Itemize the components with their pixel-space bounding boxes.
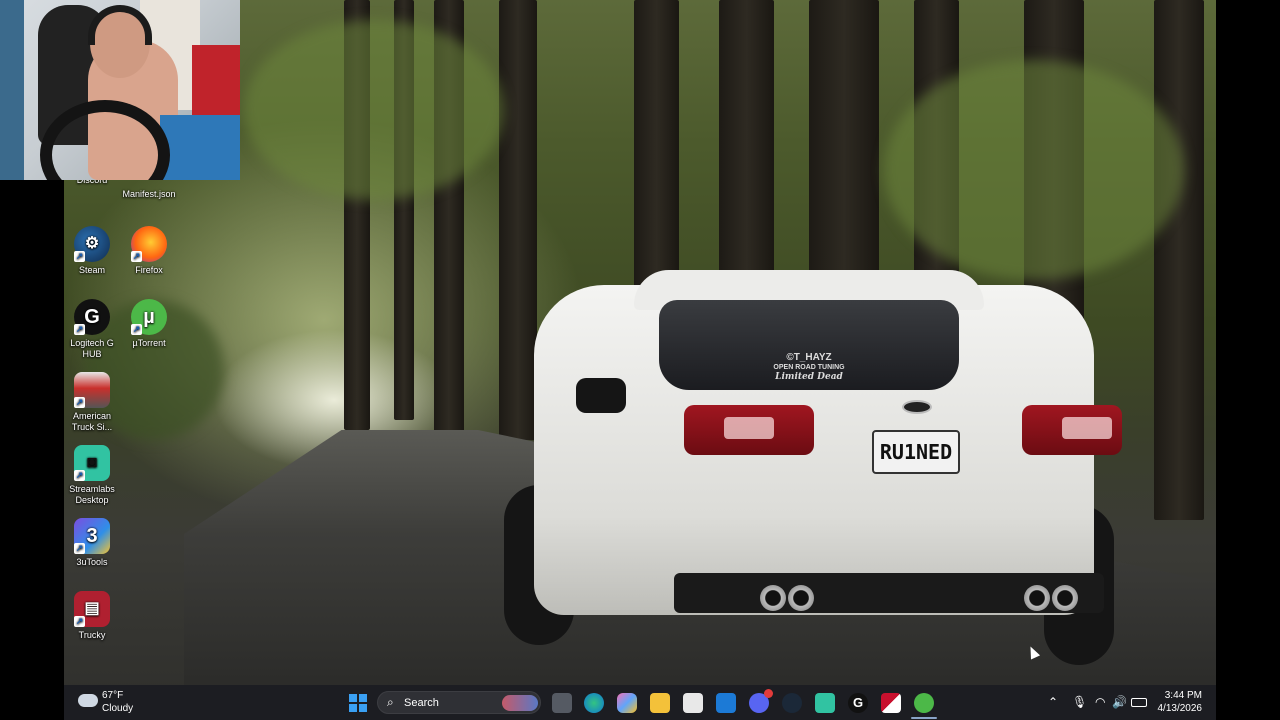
truck-icon: ↗ <box>74 372 110 408</box>
subaru-badge <box>902 400 932 414</box>
taskbar: 67°F Cloudy ⌕ Search G ⌃ 🎙 ◠ 🔊 3:44 PM 4… <box>64 685 1216 720</box>
cloud-icon <box>78 694 98 707</box>
firefox-icon: ↗ <box>131 226 167 262</box>
search-highlight-image <box>502 695 538 711</box>
tree-trunk <box>719 0 774 290</box>
desktop-icon-3utools[interactable]: 3 ↗ 3uTools <box>61 518 123 568</box>
battery-icon[interactable] <box>1131 698 1147 707</box>
exhaust-tip <box>1024 585 1050 611</box>
license-plate-text: RU1NED <box>879 440 953 464</box>
app-icon[interactable] <box>881 693 901 713</box>
clock-time: 3:44 PM <box>1164 690 1202 701</box>
exhaust-tip <box>1052 585 1078 611</box>
microsoft-store-icon[interactable] <box>683 693 703 713</box>
desktop-icon-label: Trucky <box>78 630 106 640</box>
desktop-icon-label: Logitech G HUB <box>70 338 114 359</box>
white-hatchback-car: ©T_HAYZ OPEN ROAD TUNING Limited Dead RU… <box>504 255 1122 665</box>
task-view-icon[interactable] <box>552 693 572 713</box>
trucky-icon: ▤ ↗ <box>74 591 110 627</box>
weather-widget[interactable]: 67°F Cloudy <box>76 685 156 720</box>
sticker-brand: ©T_HAYZ <box>786 352 832 363</box>
desktop-icon-label: American Truck Si... <box>71 411 113 432</box>
file-explorer-icon[interactable] <box>650 693 670 713</box>
3utools-icon: 3 ↗ <box>74 518 110 554</box>
desktop-icon-american-truck-simulator[interactable]: ↗ American Truck Si... <box>61 372 123 433</box>
chevron-up-icon[interactable]: ⌃ <box>1048 694 1058 710</box>
desktop-icon-label: 3uTools <box>76 557 108 567</box>
tree-trunk <box>809 0 879 280</box>
desktop-icon-firefox[interactable]: ↗ Firefox <box>118 226 180 276</box>
search-placeholder: Search <box>404 697 439 709</box>
webcam-background-door <box>0 0 24 180</box>
desktop-icon-label: Steam <box>78 265 105 275</box>
windows-start-icon[interactable] <box>348 693 368 713</box>
desktop-icon-trucky[interactable]: ▤ ↗ Trucky <box>61 591 123 641</box>
logitech-g-icon[interactable]: G <box>848 693 868 713</box>
sticker-sub: OPEN ROAD TUNING <box>773 364 845 371</box>
notification-badge <box>764 689 773 698</box>
desktop-icon-label: Firefox <box>135 265 163 275</box>
desktop-icon-streamlabs[interactable]: ◙ ↗ Streamlabs Desktop <box>61 445 123 506</box>
volume-icon[interactable]: 🔊 <box>1112 694 1127 710</box>
wifi-icon[interactable]: ◠ <box>1095 694 1105 710</box>
logitech-g-icon: G ↗ <box>74 299 110 335</box>
left-taillight <box>684 405 814 455</box>
desktop-icon-label: Manifest.json <box>122 189 176 199</box>
sticker-script: Limited Dead <box>775 372 843 382</box>
search-icon: ⌕ <box>387 695 394 709</box>
copilot-icon[interactable] <box>617 693 637 713</box>
utorrent-icon: µ ↗ <box>131 299 167 335</box>
steam-icon[interactable] <box>782 693 802 713</box>
license-plate: RU1NED <box>872 430 960 474</box>
clock-date: 4/13/2026 <box>1157 703 1203 714</box>
desktop-icon-utorrent[interactable]: µ ↗ µTorrent <box>118 299 180 349</box>
rear-window: ©T_HAYZ OPEN ROAD TUNING Limited Dead <box>659 300 959 390</box>
weather-condition: Cloudy <box>102 703 134 714</box>
weather-temp: 67°F <box>102 690 124 701</box>
active-app-indicator <box>911 717 937 719</box>
side-mirror <box>576 378 626 413</box>
desktop-icon-steam[interactable]: ⚙ ↗ Steam <box>61 226 123 276</box>
exhaust-tip <box>760 585 786 611</box>
outlook-icon[interactable] <box>716 693 736 713</box>
tree-trunk <box>1154 0 1204 520</box>
steam-icon: ⚙ ↗ <box>74 226 110 262</box>
desktop-icon-label: Streamlabs Desktop <box>69 484 115 505</box>
right-taillight <box>1022 405 1122 455</box>
webcam-overlay <box>0 0 240 180</box>
streamlabs-icon: ◙ ↗ <box>74 445 110 481</box>
microphone-icon[interactable]: 🎙 <box>1072 694 1087 710</box>
webcam-desk <box>160 115 240 180</box>
desktop-icon-logitech-g-hub[interactable]: G ↗ Logitech G HUB <box>61 299 123 360</box>
utorrent-icon[interactable] <box>914 693 934 713</box>
streamlabs-icon[interactable] <box>815 693 835 713</box>
taskbar-search-box[interactable]: ⌕ Search <box>377 691 541 714</box>
clock[interactable]: 3:44 PM 4/13/2026 <box>1154 685 1214 720</box>
discord-icon[interactable] <box>749 689 773 713</box>
foliage <box>244 20 504 200</box>
desktop-icon-manifest[interactable]: Manifest.json <box>117 182 181 200</box>
edge-icon[interactable] <box>584 693 604 713</box>
foliage <box>884 60 1184 280</box>
exhaust-tip <box>788 585 814 611</box>
desktop-icon-label: µTorrent <box>132 338 166 348</box>
webcam-background-object <box>192 45 240 125</box>
